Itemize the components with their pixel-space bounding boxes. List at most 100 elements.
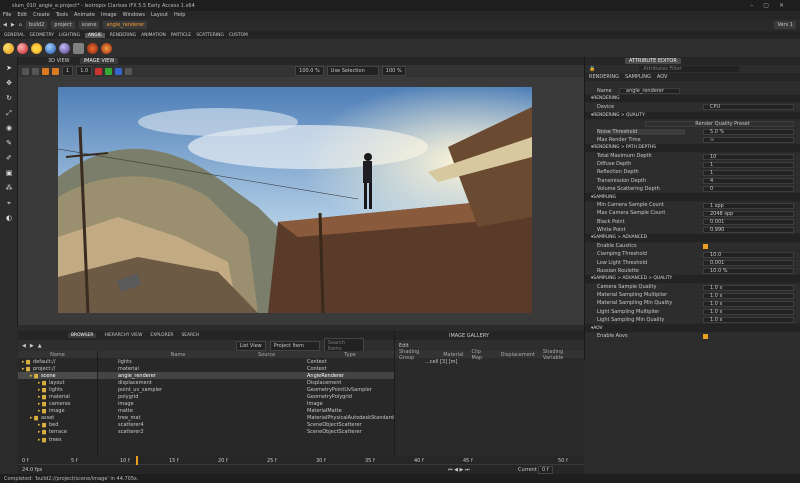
attr-value[interactable]: 10.0: [703, 251, 794, 258]
tree-item[interactable]: ▸ ▆ image: [18, 408, 97, 415]
shelf-light-icon[interactable]: [3, 42, 14, 54]
graph-col[interactable]: Material: [443, 352, 463, 358]
view-dropdown[interactable]: List View: [235, 340, 266, 351]
crumb-scene[interactable]: scene: [78, 21, 100, 29]
tree-item[interactable]: ▸ ▆ lights: [18, 386, 97, 393]
lock-icon[interactable]: 🔒: [589, 66, 595, 72]
attr-row[interactable]: Enable Aovs: [585, 333, 800, 341]
attr-value[interactable]: 5.0 %: [703, 128, 794, 135]
tab-general[interactable]: GENERAL: [4, 33, 25, 38]
tree-item[interactable]: ▸ ▆ asset: [18, 415, 97, 422]
select-tool-icon[interactable]: ➤: [4, 64, 14, 72]
menu-item-create[interactable]: Create: [33, 12, 50, 18]
subtab-sampling[interactable]: SAMPLING: [625, 74, 651, 80]
attr-row[interactable]: Diffuse Depth 1: [585, 161, 800, 169]
tree-item[interactable]: ▸ ▆ cameras: [18, 401, 97, 408]
tree-item[interactable]: ▸ ▆ bed: [18, 422, 97, 429]
menu-item-tools[interactable]: Tools: [56, 12, 68, 18]
filter-dropdown[interactable]: Project Item: [269, 340, 320, 351]
tab-attribute-editor[interactable]: ATTRIBUTE EDITOR: [625, 58, 681, 64]
snap-tool-icon[interactable]: ⌖: [4, 199, 14, 207]
graph-col[interactable]: Displacement: [501, 352, 535, 358]
tab-explorer[interactable]: EXPLORER: [150, 333, 173, 338]
window-controls[interactable]: –▢✕: [750, 2, 794, 9]
tree-item[interactable]: ▸ ▆ project://: [18, 365, 97, 372]
playback-controls[interactable]: ⏮ ◀ ▶ ⏭: [448, 467, 469, 473]
view-tool-icon[interactable]: ◐: [4, 214, 14, 222]
menu-item-file[interactable]: File: [3, 12, 11, 18]
scale-tool-icon[interactable]: ⤢: [4, 109, 14, 117]
attr-row[interactable]: Camera Sample Quality 1.0 x: [585, 284, 800, 292]
list-item[interactable]: displacement Displacement: [98, 379, 394, 386]
attr-row[interactable]: Light Sampling Min Quality 1.0 x: [585, 316, 800, 325]
paint-tool-icon[interactable]: ✎: [4, 139, 14, 147]
timeline[interactable]: 0 f 5 f 10 f 15 f 20 f 25 f 30 f 35 f 40 f 45 f 50…: [18, 456, 584, 474]
attr-value[interactable]: 1 spp: [703, 202, 794, 209]
zoom-field[interactable]: 100.0 %: [295, 66, 324, 76]
enable-checkbox[interactable]: [703, 243, 708, 249]
channel-g-icon[interactable]: [105, 67, 113, 75]
attr-value[interactable]: ∞: [703, 137, 794, 144]
attr-row[interactable]: Noise Threshold 5.0 %: [585, 128, 800, 137]
list-item[interactable]: scatterer2 SceneObjectScatterer: [98, 429, 394, 436]
enable-checkbox[interactable]: [703, 333, 708, 339]
attr-value[interactable]: 0: [703, 186, 794, 193]
list-item[interactable]: matte MaterialMatte: [98, 408, 394, 415]
attr-row[interactable]: Device CPU: [585, 103, 800, 112]
tree-item[interactable]: ▸ ▆ material: [18, 393, 97, 400]
tab-lighting[interactable]: LIGHTING: [59, 33, 80, 38]
scale-field[interactable]: 1.0: [76, 66, 93, 76]
subtab-aov[interactable]: AOV: [657, 74, 668, 80]
attr-row[interactable]: Render Quality Preset: [585, 120, 800, 128]
crumb-current[interactable]: angie_renderer: [103, 21, 148, 29]
attr-value[interactable]: 1.0 x: [703, 284, 794, 291]
tab-angie[interactable]: ANGIE: [85, 32, 105, 38]
tab-geometry[interactable]: GEOMETRY: [30, 33, 54, 38]
shelf-sphere-icon[interactable]: [17, 42, 28, 54]
menu-item-edit[interactable]: Edit: [17, 12, 27, 18]
list-item[interactable]: polygrid GeometryPolygrid: [98, 393, 394, 400]
frame-field[interactable]: 1: [62, 66, 74, 76]
attr-row[interactable]: White Point 0.990: [585, 226, 800, 235]
picker-tool-icon[interactable]: ✐: [4, 154, 14, 162]
attr-value[interactable]: 0.990: [703, 227, 794, 234]
list-item[interactable]: point_uv_sampler GeometryPointUvSampler: [98, 386, 394, 393]
menu-item-animate[interactable]: Animate: [74, 12, 95, 18]
tab-hierarchy-view[interactable]: HIERARCHY VIEW: [104, 333, 142, 338]
attr-row[interactable]: Black Point 0.001: [585, 218, 800, 227]
forward-icon[interactable]: ▶: [30, 343, 34, 349]
tab-particle[interactable]: PARTICLE: [171, 33, 191, 38]
attr-value[interactable]: 4: [703, 178, 794, 185]
tree-item[interactable]: ▸ ▆ trees: [18, 436, 97, 443]
attr-row[interactable]: Volume Scattering Depth 0: [585, 185, 800, 194]
attr-row[interactable]: Total Maximum Depth 10: [585, 153, 800, 161]
tree-item[interactable]: ▸ ▆ scene: [18, 372, 97, 380]
attr-value[interactable]: 1.0 x: [703, 292, 794, 299]
forward-icon[interactable]: ▶: [11, 22, 15, 28]
grid-icon[interactable]: [32, 67, 39, 75]
fit-icon[interactable]: [22, 67, 29, 75]
shelf-mesh-icon[interactable]: [73, 42, 84, 54]
back-icon[interactable]: ◀: [22, 343, 26, 349]
attr-row[interactable]: Max Render Time ∞: [585, 136, 800, 145]
move-tool-icon[interactable]: ✥: [4, 79, 14, 87]
tree-item[interactable]: ▸ ▆ default://: [18, 358, 97, 365]
shelf-emitter-icon[interactable]: [87, 42, 98, 54]
menu-item-image[interactable]: Image: [101, 12, 117, 18]
attr-value[interactable]: 0.001: [703, 259, 794, 266]
stop-icon[interactable]: [52, 67, 59, 75]
list-item[interactable]: material Context: [98, 365, 394, 372]
tab-rendering[interactable]: RENDERING: [110, 33, 136, 38]
tab-search[interactable]: SEARCH: [181, 333, 199, 338]
attr-row[interactable]: Min Camera Sample Count 1 spp: [585, 202, 800, 210]
attr-row[interactable]: Enable Caustics: [585, 243, 800, 251]
attr-value[interactable]: 10: [703, 153, 794, 160]
col-source[interactable]: Source: [258, 352, 306, 358]
tree-item[interactable]: ▸ ▆ layout: [18, 379, 97, 386]
tab-custom[interactable]: CUSTOM: [229, 33, 248, 38]
attr-value[interactable]: 10.0 %: [703, 268, 794, 275]
camera-tool-icon[interactable]: ◉: [4, 124, 14, 132]
attr-row[interactable]: Low Light Threshold 0.001: [585, 259, 800, 268]
shelf-env-icon[interactable]: [59, 42, 70, 54]
shelf-portal-icon[interactable]: [101, 42, 112, 54]
